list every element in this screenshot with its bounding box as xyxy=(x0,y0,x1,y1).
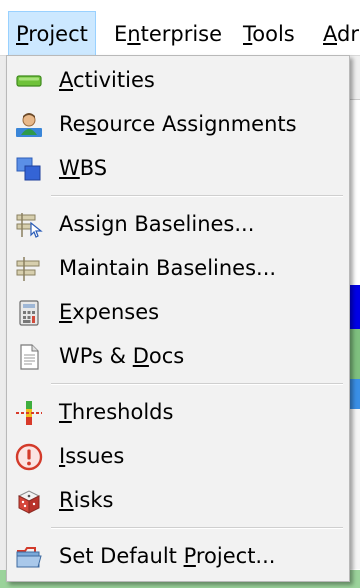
background-blue-bar xyxy=(350,285,360,329)
document-icon xyxy=(20,344,39,370)
menu-enterprise[interactable]: Enterprise xyxy=(114,12,222,56)
menu-item-activities-label: Activities xyxy=(59,68,155,92)
menu-item-maintain-baselines[interactable]: Maintain Baselines... xyxy=(9,246,347,290)
background-row-green xyxy=(350,329,360,379)
menu-item-expenses-label: Expenses xyxy=(59,300,160,324)
menu-item-wps-docs[interactable]: WPs & Docs xyxy=(9,334,347,378)
project-dropdown-menu: Activities Resource Assignments WBS Assi… xyxy=(6,55,350,582)
menu-item-maintain-baselines-label: Maintain Baselines... xyxy=(59,256,277,280)
issues-warning-icon xyxy=(15,443,43,471)
menu-item-thresholds[interactable]: Thresholds xyxy=(9,390,347,434)
menu-item-issues[interactable]: Issues xyxy=(9,434,347,478)
folder-icon xyxy=(16,547,42,568)
menu-item-set-default-project-label: Set Default Project... xyxy=(59,544,276,568)
menu-item-set-default-project[interactable]: Set Default Project... xyxy=(9,534,347,578)
menu-item-expenses[interactable]: Expenses xyxy=(9,290,347,334)
menu-enterprise-accel: n xyxy=(127,22,141,46)
activities-bar-icon xyxy=(16,75,42,87)
menu-admin[interactable]: Adr xyxy=(323,12,359,56)
menu-item-thresholds-label: Thresholds xyxy=(59,400,174,424)
menu-project[interactable]: Project xyxy=(8,11,96,55)
menu-tools-accel: T xyxy=(243,22,253,46)
menu-separator xyxy=(51,195,343,197)
menu-tools[interactable]: Tools xyxy=(243,12,295,56)
menu-enterprise-rest: terprise xyxy=(140,22,223,46)
menu-item-resource-assignments[interactable]: Resource Assignments xyxy=(9,102,347,146)
wbs-blocks-icon xyxy=(16,157,41,181)
menu-item-risks[interactable]: Risks xyxy=(9,478,347,522)
menu-item-assign-baselines-label: Assign Baselines... xyxy=(59,212,255,236)
menu-separator xyxy=(51,383,343,385)
menu-item-assign-baselines[interactable]: Assign Baselines... xyxy=(9,202,347,246)
menu-separator xyxy=(51,527,343,529)
menu-bar: Project Enterprise Tools Adr xyxy=(0,0,360,56)
maintain-baselines-icon xyxy=(16,257,40,281)
menu-item-wps-docs-label: WPs & Docs xyxy=(59,344,185,368)
background-toolbar xyxy=(350,56,360,100)
menu-admin-accel: A xyxy=(323,22,337,46)
menu-admin-rest: dr xyxy=(337,22,359,46)
background-panel xyxy=(350,100,360,285)
menu-item-issues-label: Issues xyxy=(59,444,125,468)
menu-project-rest: roject xyxy=(28,22,88,46)
expenses-calculator-icon xyxy=(19,300,39,326)
menu-tools-rest: ools xyxy=(252,22,295,46)
menu-item-activities[interactable]: Activities xyxy=(9,58,347,102)
menu-item-resource-assignments-label: Resource Assignments xyxy=(59,112,297,136)
risks-dice-icon xyxy=(17,490,41,514)
menu-item-risks-label: Risks xyxy=(59,488,114,512)
background-row-blue xyxy=(350,379,360,409)
menu-item-wbs-label: WBS xyxy=(59,156,108,180)
menu-enterprise-pre: E xyxy=(114,22,128,46)
resource-person-icon xyxy=(16,113,42,137)
assign-baselines-icon xyxy=(16,213,43,238)
background-rows xyxy=(350,409,360,569)
menu-item-wbs[interactable]: WBS xyxy=(9,146,347,190)
menu-project-accel: P xyxy=(16,22,29,46)
thresholds-icon xyxy=(16,401,42,425)
